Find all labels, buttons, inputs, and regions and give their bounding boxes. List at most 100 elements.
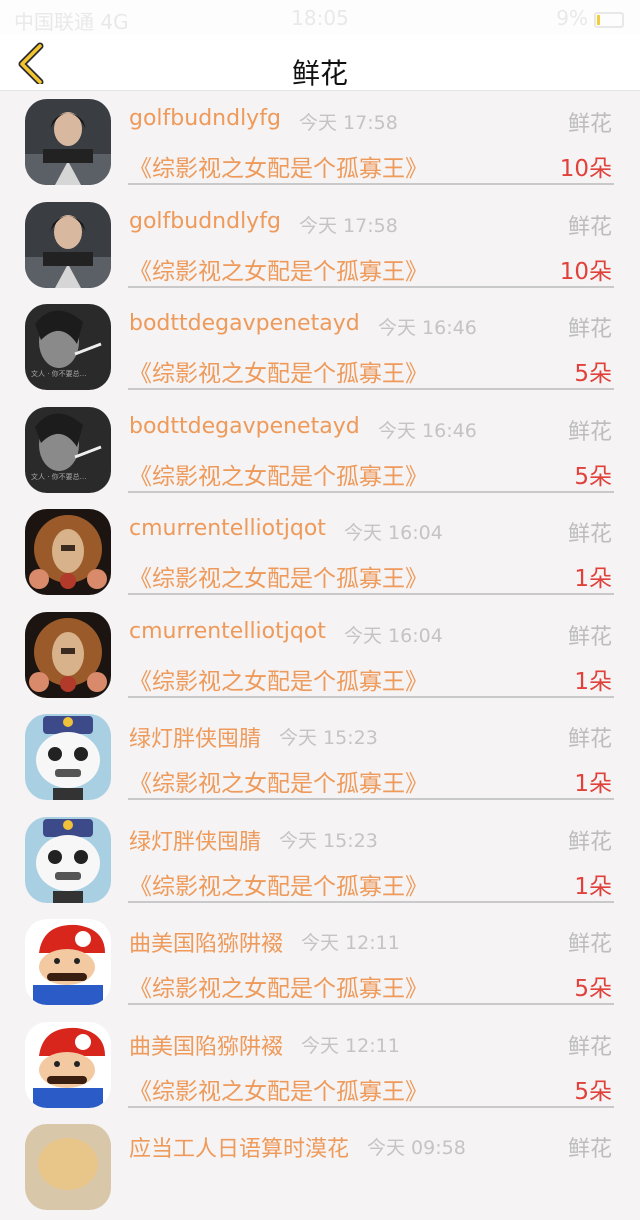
avatar[interactable] <box>25 99 111 185</box>
list-item[interactable]: 应当工人日语算时漠花 今天 09:58 鲜花 <box>0 1117 640 1220</box>
flower-count: 1朵 <box>574 873 612 900</box>
avatar[interactable] <box>25 201 111 288</box>
gift-time: 今天 12:11 <box>301 932 400 954</box>
gift-type: 鲜花 <box>567 624 612 650</box>
gift-type: 鲜花 <box>567 1034 612 1060</box>
blonde-avatar <box>25 1124 111 1210</box>
gift-time: 今天 16:04 <box>344 624 443 647</box>
list-item[interactable]: cmurrentelliotjqot 今天 16:04 鲜花《综影视之女配是个孤寡王… <box>0 605 640 708</box>
list-item[interactable]: golfbudndlyfg 今天 17:58 鲜花《综影视之女配是个孤寡王》 10朵 <box>0 92 640 195</box>
user-name[interactable]: 曲美国陷猕阱裰 <box>129 926 283 958</box>
flower-count: 1朵 <box>574 566 612 592</box>
row-divider <box>128 1003 614 1005</box>
book-title[interactable]: 《综影视之女配是个孤寡王》 <box>129 354 428 388</box>
row-divider <box>128 183 614 185</box>
user-name[interactable]: golfbudndlyfg <box>129 106 281 131</box>
mario-avatar <box>25 1021 111 1108</box>
gift-type: 鲜花 <box>567 522 612 547</box>
user-name[interactable]: bodttdegavpenetayd <box>129 311 360 336</box>
book-title[interactable]: 《综影视之女配是个孤寡王》 <box>129 764 428 798</box>
svg-text:文人 · 你不要总…: 文人 · 你不要总… <box>31 472 87 481</box>
book-title[interactable]: 《综影视之女配是个孤寡王》 <box>129 559 428 593</box>
list-item[interactable]: golfbudndlyfg 今天 17:58 鲜花《综影视之女配是个孤寡王》 10朵 <box>0 195 640 298</box>
battery-percent: 9% <box>556 6 588 30</box>
woman-warrior-avatar <box>25 99 111 185</box>
row-divider <box>128 490 614 493</box>
row-divider <box>128 1105 614 1108</box>
user-name[interactable]: cmurrentelliotjqot <box>129 619 326 644</box>
gift-time: 今天 12:11 <box>301 1034 400 1057</box>
smoking-woman-avatar: 文人 · 你不要总… <box>25 304 111 390</box>
list-item[interactable]: 文人 · 你不要总… bodttdegavpenetayd 今天 16:46 鲜花《综… <box>0 400 640 503</box>
flower-count: 5朵 <box>574 976 612 1002</box>
user-name[interactable]: 绿灯胖侠囤腈 <box>129 721 261 753</box>
gift-type: 鲜花 <box>567 932 612 957</box>
list-item[interactable]: 绿灯胖侠囤腈 今天 15:23 鲜花《综影视之女配是个孤寡王》 1朵 <box>0 810 640 913</box>
avatar[interactable] <box>25 509 111 595</box>
user-name[interactable]: 绿灯胖侠囤腈 <box>129 824 261 856</box>
list-item[interactable]: cmurrentelliotjqot 今天 16:04 鲜花 《综影视之女配是个孤寡王… <box>0 502 640 605</box>
avatar[interactable] <box>25 714 111 800</box>
gift-time: 今天 16:46 <box>378 419 477 442</box>
status-time: 18:05 <box>291 6 349 30</box>
gift-time: 今天 17:58 <box>299 112 398 134</box>
flower-count: 10朵 <box>559 156 612 182</box>
list-item[interactable]: 文人 · 你不要总… bodttdegavpenetayd 今天 16:46 鲜花 《综… <box>0 297 640 400</box>
status-bar: 中国联通 4G 18:05 9% <box>0 0 640 34</box>
gift-time: 今天 17:58 <box>299 214 398 237</box>
flower-count: 1朵 <box>574 771 612 797</box>
user-name[interactable]: 应当工人日语算时漠花 <box>129 1131 349 1163</box>
ornate-woman-avatar <box>25 509 111 595</box>
list-item[interactable]: 绿灯胖侠囤腈 今天 15:23 鲜花《综影视之女配是个孤寡王》 1朵 <box>0 707 640 810</box>
row-divider <box>128 388 614 390</box>
row-divider <box>128 285 614 288</box>
book-title[interactable]: 《综影视之女配是个孤寡王》 <box>129 662 428 696</box>
list-item[interactable]: 曲美国陷猕阱裰 今天 12:11 鲜花《综影视之女配是个孤寡王》 5朵 <box>0 1015 640 1118</box>
flower-gift-list: golfbudndlyfg 今天 17:58 鲜花 《综影视之女配是个孤寡王》 10朵 g… <box>0 92 640 1220</box>
user-name[interactable]: 曲美国陷猕阱裰 <box>129 1029 283 1061</box>
book-title[interactable]: 《综影视之女配是个孤寡王》 <box>129 149 428 183</box>
flower-count: 10朵 <box>559 258 612 285</box>
gift-type: 鲜花 <box>567 317 612 342</box>
avatar[interactable] <box>25 1021 111 1108</box>
row-divider <box>128 593 614 595</box>
book-title[interactable]: 《综影视之女配是个孤寡王》 <box>129 867 428 901</box>
gift-type: 鲜花 <box>567 727 612 752</box>
gift-type: 鲜花 <box>567 214 612 240</box>
book-title[interactable]: 《综影视之女配是个孤寡王》 <box>129 457 428 491</box>
avatar[interactable] <box>25 919 111 1005</box>
mario-avatar <box>25 919 111 1005</box>
book-title[interactable]: 《综影视之女配是个孤寡王》 <box>129 1072 428 1106</box>
battery-indicator: 9% <box>556 6 624 30</box>
nav-bar: 鲜花 <box>0 34 640 91</box>
gift-type: 鲜花 <box>567 419 612 445</box>
user-name[interactable]: bodttdegavpenetayd <box>129 414 360 439</box>
battery-icon <box>594 11 624 28</box>
avatar[interactable] <box>25 816 111 903</box>
gift-type: 鲜花 <box>567 829 612 855</box>
flower-count: 5朵 <box>574 463 612 490</box>
smoking-woman-avatar: 文人 · 你不要总… <box>25 406 111 493</box>
avatar[interactable] <box>25 611 111 698</box>
gift-time: 今天 09:58 <box>367 1137 466 1159</box>
book-title[interactable]: 《综影视之女配是个孤寡王》 <box>129 252 428 286</box>
user-name[interactable]: cmurrentelliotjqot <box>129 516 326 541</box>
row-divider <box>128 900 614 903</box>
avatar[interactable] <box>25 1124 111 1210</box>
flower-count: 5朵 <box>574 1078 612 1105</box>
gift-time: 今天 15:23 <box>279 829 378 852</box>
list-item[interactable]: 曲美国陷猕阱裰 今天 12:11 鲜花《综影视之女配是个孤寡王》 5朵 <box>0 912 640 1015</box>
book-title[interactable]: 《综影视之女配是个孤寡王》 <box>129 969 428 1003</box>
user-name[interactable]: golfbudndlyfg <box>129 209 281 234</box>
gift-time: 今天 15:23 <box>279 727 378 749</box>
flower-count: 5朵 <box>574 361 612 387</box>
panda-cartoon-avatar <box>25 816 111 903</box>
gift-type: 鲜花 <box>567 1137 612 1162</box>
row-divider <box>128 695 614 698</box>
avatar[interactable]: 文人 · 你不要总… <box>25 304 111 390</box>
avatar[interactable]: 文人 · 你不要总… <box>25 406 111 493</box>
gift-type: 鲜花 <box>567 112 612 137</box>
row-divider <box>128 798 614 800</box>
panda-cartoon-avatar <box>25 714 111 800</box>
flower-count: 1朵 <box>574 668 612 695</box>
